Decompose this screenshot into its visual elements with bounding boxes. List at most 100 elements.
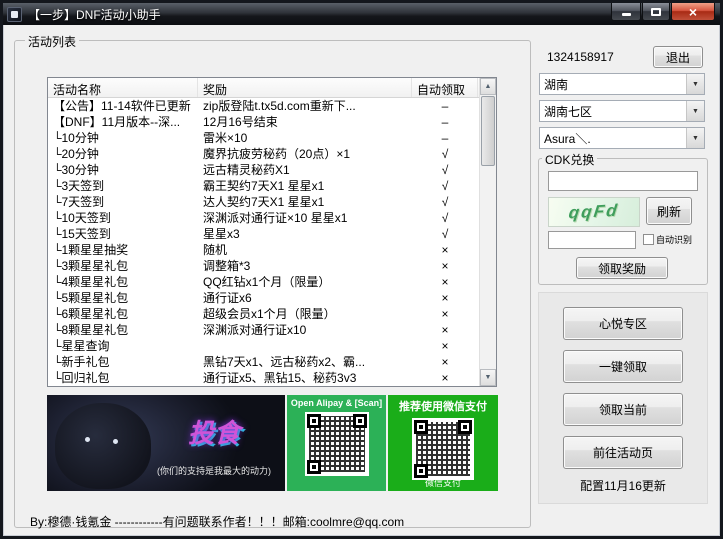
activity-reward-cell: 通行证x6	[198, 290, 412, 306]
activity-auto-cell: –	[412, 114, 478, 130]
table-row[interactable]: └3天签到 霸王契约7天X1 星星x1 √	[48, 178, 496, 194]
activity-name-cell: └8颗星星礼包	[48, 322, 198, 338]
activity-name-cell: └3天签到	[48, 178, 198, 194]
activity-reward-cell: 魔界抗疲劳秘药（20点）×1	[198, 146, 412, 162]
header-reward[interactable]: 奖励	[198, 78, 412, 97]
activity-name-cell: └10天签到	[48, 210, 198, 226]
activity-reward-cell: 深渊派对通行证×10 星星x1	[198, 210, 412, 226]
activity-auto-cell: ×	[412, 370, 478, 386]
activity-auto-cell: –	[412, 98, 478, 114]
table-row[interactable]: └10天签到 深渊派对通行证×10 星星x1 √	[48, 210, 496, 226]
auto-recognize-checkbox[interactable]	[643, 234, 654, 245]
captcha-input[interactable]	[548, 231, 636, 249]
scroll-down-button[interactable]: ▼	[480, 369, 496, 386]
activity-auto-cell: ×	[412, 258, 478, 274]
table-row[interactable]: └7天签到 达人契约7天X1 星星x1 √	[48, 194, 496, 210]
app-icon	[7, 7, 22, 22]
activity-name-cell: 【DNF】11月版本--深...	[48, 114, 198, 130]
app-window: 【一步】DNF活动小助手 × 活动列表 活动名称 奖励 自动领取 【公告】11-…	[0, 0, 723, 539]
close-button[interactable]: ×	[671, 3, 715, 21]
table-row[interactable]: └6颗星星礼包 超级会员x1个月（限量） ×	[48, 306, 496, 322]
table-row[interactable]: └30分钟 远古精灵秘药X1 √	[48, 162, 496, 178]
region-select[interactable]: 湖南 ▼	[539, 73, 705, 95]
table-row[interactable]: └20分钟 魔界抗疲劳秘药（20点）×1 √	[48, 146, 496, 162]
wechat-banner-footer: 微信支付	[388, 476, 498, 489]
activity-name-cell: └20分钟	[48, 146, 198, 162]
refresh-captcha-button[interactable]: 刷新	[646, 197, 692, 225]
alipay-banner: Open Alipay & [Scan]	[287, 395, 386, 491]
maximize-icon	[651, 8, 661, 16]
activity-reward-cell: 远古精灵秘药X1	[198, 162, 412, 178]
activities-group-title: 活动列表	[25, 33, 79, 50]
minimize-button[interactable]	[611, 3, 641, 21]
claim-reward-button[interactable]: 领取奖励	[576, 257, 668, 279]
table-row[interactable]: └5颗星星礼包 通行证x6 ×	[48, 290, 496, 306]
table-row[interactable]: └1颗星星抽奖 随机 ×	[48, 242, 496, 258]
table-row[interactable]: └新手礼包 黑钻7天x1、远古秘药x2、霸... ×	[48, 354, 496, 370]
account-id: 1324158917	[547, 50, 614, 64]
activity-auto-cell: ×	[412, 306, 478, 322]
vertical-scrollbar[interactable]: ▲ ▼	[479, 78, 496, 386]
auto-recognize-label: 自动识别	[656, 233, 692, 246]
exit-button[interactable]: 退出	[653, 46, 703, 68]
one-key-claim-button[interactable]: 一键领取	[563, 350, 683, 383]
activity-name-cell: └15天签到	[48, 226, 198, 242]
table-row[interactable]: └4颗星星礼包 QQ红钻x1个月（限量） ×	[48, 274, 496, 290]
table-row[interactable]: └15天签到 星星x3 √	[48, 226, 496, 242]
captcha-text: qqFd	[568, 201, 620, 224]
header-activity-name[interactable]: 活动名称	[48, 78, 198, 97]
table-row[interactable]: 【公告】11-14软件已更新 zip版登陆t.tx5d.com重新下... –	[48, 98, 496, 114]
server-select-value: 湖南七区	[544, 103, 592, 120]
wechat-banner-header: 推荐使用微信支付	[388, 395, 498, 414]
region-select-value: 湖南	[544, 76, 568, 93]
activity-auto-cell: √	[412, 210, 478, 226]
maximize-button[interactable]	[642, 3, 670, 21]
support-banner-title: 投食	[188, 418, 240, 448]
claim-current-button[interactable]: 领取当前	[563, 393, 683, 426]
table-header: 活动名称 奖励 自动领取	[48, 78, 496, 98]
header-auto-claim[interactable]: 自动领取	[412, 78, 478, 97]
activity-reward-cell: QQ红钻x1个月（限量）	[198, 274, 412, 290]
activity-name-cell: └7天签到	[48, 194, 198, 210]
table-row[interactable]: └3颗星星礼包 调整箱*3 ×	[48, 258, 496, 274]
character-select-value: Asura＼.	[544, 130, 591, 147]
scroll-up-button[interactable]: ▲	[480, 78, 496, 95]
activity-reward-cell: 达人契约7天X1 星星x1	[198, 194, 412, 210]
activity-name-cell: └10分钟	[48, 130, 198, 146]
activity-auto-cell: –	[412, 130, 478, 146]
table-row[interactable]: └星星查询 ×	[48, 338, 496, 354]
table-row[interactable]: └10分钟 雷米×10 –	[48, 130, 496, 146]
activity-name-cell: └3颗星星礼包	[48, 258, 198, 274]
activity-name-cell: └1颗星星抽奖	[48, 242, 198, 258]
activity-name-cell: └4颗星星礼包	[48, 274, 198, 290]
chevron-down-icon[interactable]: ▼	[686, 74, 704, 94]
activity-name-cell: └5颗星星礼包	[48, 290, 198, 306]
cdk-group-title: CDK兑换	[542, 151, 597, 168]
activity-auto-cell: ×	[412, 338, 478, 354]
xinyue-zone-button[interactable]: 心悦专区	[563, 307, 683, 340]
activity-auto-cell: ×	[412, 274, 478, 290]
activity-name-cell: └6颗星星礼包	[48, 306, 198, 322]
cdk-input[interactable]	[548, 171, 698, 191]
config-note: 配置11月16更新	[548, 477, 698, 494]
table-row[interactable]: 【DNF】11月版本--深... 12月16号结束 –	[48, 114, 496, 130]
alipay-banner-header: Open Alipay & [Scan]	[287, 395, 386, 408]
goto-activity-page-button[interactable]: 前往活动页	[563, 436, 683, 469]
minimize-icon	[622, 13, 631, 16]
alipay-qr-code	[305, 412, 369, 476]
activity-reward-cell: 黑钻7天x1、远古秘药x2、霸...	[198, 354, 412, 370]
status-text: By:穆德·钱氪金 ------------有问题联系作者！！！邮箱:coolm…	[30, 513, 404, 530]
activity-name-cell: 【公告】11-14软件已更新	[48, 98, 198, 114]
table-row[interactable]: └回归礼包 通行证x5、黑钻15、秘药3v3 ×	[48, 370, 496, 386]
activity-reward-cell: zip版登陆t.tx5d.com重新下...	[198, 98, 412, 114]
table-row[interactable]: └8颗星星礼包 深渊派对通行证x10 ×	[48, 322, 496, 338]
server-select[interactable]: 湖南七区 ▼	[539, 100, 705, 122]
chevron-down-icon[interactable]: ▼	[686, 101, 704, 121]
activity-name-cell: └回归礼包	[48, 370, 198, 386]
activity-auto-cell: ×	[412, 290, 478, 306]
scroll-thumb[interactable]	[481, 96, 495, 166]
chevron-down-icon[interactable]: ▼	[686, 128, 704, 148]
captcha-image: qqFd	[548, 197, 640, 227]
mascot-image	[55, 403, 151, 489]
character-select[interactable]: Asura＼. ▼	[539, 127, 705, 149]
